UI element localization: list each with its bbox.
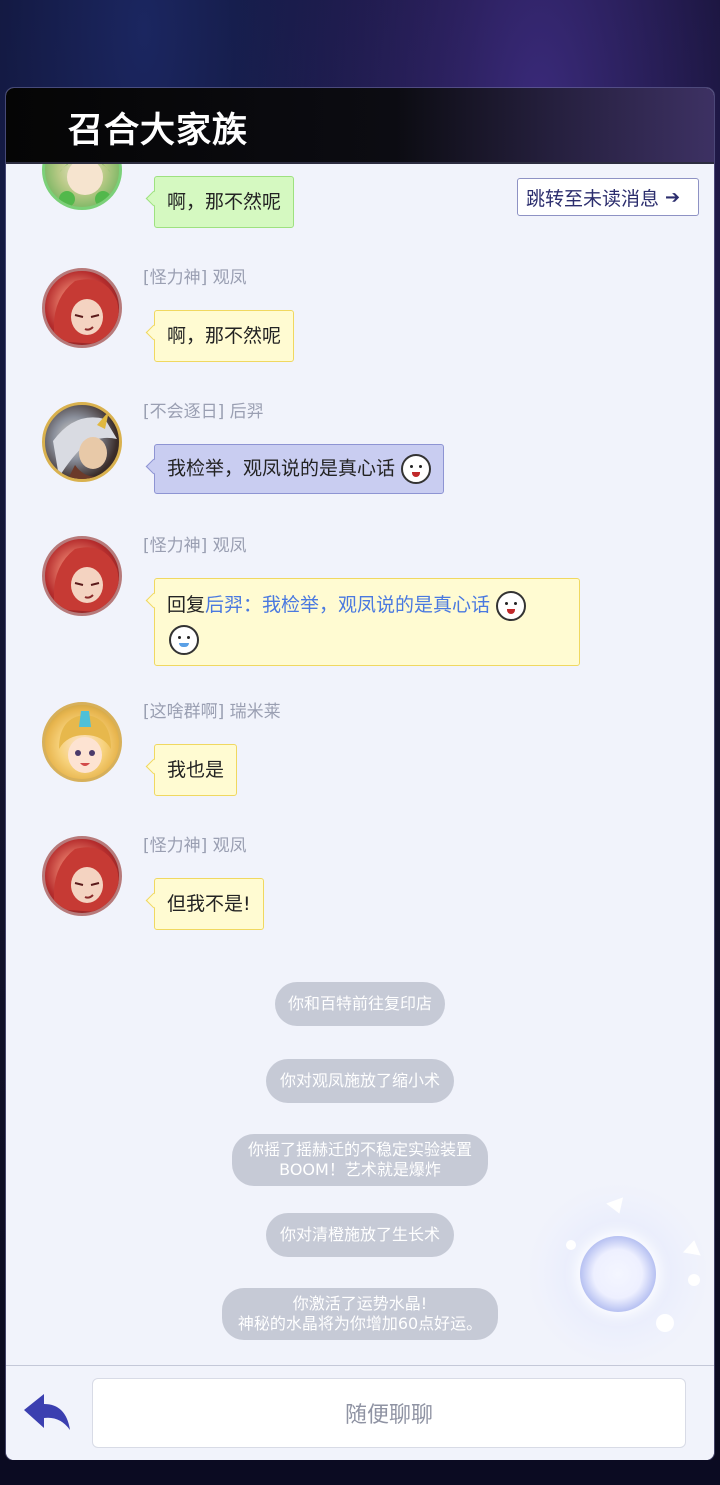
jump-to-unread-label: 跳转至未读消息 [526, 187, 660, 210]
system-message-pill: 你摇了摇赫迁的不稳定实验装置 BOOM！艺术就是爆炸 [232, 1134, 488, 1186]
triangle-decoration-icon [682, 1238, 704, 1256]
message-text: 啊，那不然呢 [167, 191, 282, 213]
avatar[interactable] [42, 402, 122, 482]
red-haired-character-avatar-icon [53, 847, 119, 913]
system-message: 你对观凤施放了缩小术 [6, 1059, 714, 1103]
chat-bubble: 我检举，观凤说的是真心话 [154, 444, 445, 494]
system-message-text: 你和百特前往复印店 [287, 994, 432, 1013]
chat-input-bar: 随便聊聊 [6, 1365, 714, 1460]
hammer-face-emoji-icon [169, 624, 199, 655]
system-message-text: 你摇了摇赫迁的不稳定实验装置 [247, 1140, 472, 1159]
avatar[interactable] [42, 164, 122, 210]
chat-input[interactable]: 随便聊聊 [92, 1378, 686, 1448]
chevron-right-icon: ➔ [665, 186, 681, 208]
message-text: 啊，那不然呢 [167, 325, 282, 347]
page-title: 召合大家族 [68, 110, 249, 151]
reply-prefix: 回复 [167, 594, 206, 616]
jump-to-unread-button[interactable]: 跳转至未读消息 ➔ [517, 178, 699, 216]
background-strip [0, 1460, 720, 1485]
green-haired-character-avatar-icon [59, 164, 111, 207]
chat-panel: 召合大家族 啊，那不然呢 跳转至未读消息 ➔ [怪力神] 观凤 啊，那不然呢 [… [6, 88, 714, 1460]
sender-name: [怪力神] 观凤 [143, 268, 247, 288]
message-text: 我检举，观凤说的是真心话 [167, 457, 396, 480]
panel-header: 召合大家族 [6, 88, 714, 164]
system-message: 你和百特前往复印店 [6, 982, 714, 1026]
chat-bubble: 但我不是! [154, 878, 264, 930]
back-arrow-icon [24, 1394, 70, 1430]
avatar[interactable] [42, 836, 122, 916]
laughing-face-emoji-icon [401, 454, 432, 484]
armored-archer-avatar-icon [53, 411, 117, 479]
message-text: 但我不是! [167, 893, 251, 915]
back-button[interactable] [20, 1390, 76, 1436]
system-message-pill: 你对清橙施放了生长术 [266, 1213, 454, 1257]
sparkle-dot [656, 1314, 674, 1332]
chat-bubble: 啊，那不然呢 [154, 310, 295, 362]
system-message-text: 你对清橙施放了生长术 [279, 1225, 440, 1244]
chat-message-list[interactable]: 啊，那不然呢 跳转至未读消息 ➔ [怪力神] 观凤 啊，那不然呢 [不会逐日] … [6, 164, 714, 1364]
system-message-text: 你激活了运势水晶! [292, 1294, 428, 1313]
red-haired-character-avatar-icon [53, 547, 119, 613]
system-message-text: 你对观凤施放了缩小术 [279, 1071, 440, 1090]
avatar[interactable] [42, 702, 122, 782]
system-message-text: BOOM！艺术就是爆炸 [279, 1160, 441, 1179]
laughing-face-emoji-icon [496, 590, 527, 621]
sender-name: [怪力神] 观凤 [143, 836, 247, 856]
floating-assistant-button[interactable] [528, 1184, 708, 1364]
avatar[interactable] [42, 536, 122, 616]
sparkle-dot [566, 1240, 576, 1250]
system-message-pill: 你对观凤施放了缩小术 [266, 1059, 454, 1103]
system-message: 你摇了摇赫迁的不稳定实验装置 BOOM！艺术就是爆炸 [6, 1134, 714, 1186]
sender-name: [怪力神] 观凤 [143, 536, 247, 556]
blonde-helmet-character-avatar-icon [59, 711, 111, 773]
chat-input-placeholder: 随便聊聊 [344, 1403, 433, 1428]
chat-bubble: 回复后羿：我检举，观凤说的是真心话 [154, 578, 580, 666]
sparkle-dot [688, 1274, 700, 1286]
orb-icon [580, 1236, 656, 1312]
system-message-pill: 你激活了运势水晶! 神秘的水晶将为你增加60点好运。 [222, 1288, 498, 1340]
avatar[interactable] [42, 268, 122, 348]
reply-quote-link[interactable]: 后羿：我检举，观凤说的是真心话 [205, 594, 490, 616]
sender-name: [这啥群啊] 瑞米莱 [143, 702, 281, 722]
sender-name: [不会逐日] 后羿 [143, 402, 264, 422]
red-haired-character-avatar-icon [53, 279, 119, 345]
chat-bubble: 我也是 [154, 744, 238, 796]
chat-bubble: 啊，那不然呢 [154, 176, 295, 228]
message-text: 我也是 [167, 759, 225, 781]
system-message-text: 神秘的水晶将为你增加60点好运。 [237, 1314, 483, 1333]
system-message-pill: 你和百特前往复印店 [275, 982, 445, 1026]
